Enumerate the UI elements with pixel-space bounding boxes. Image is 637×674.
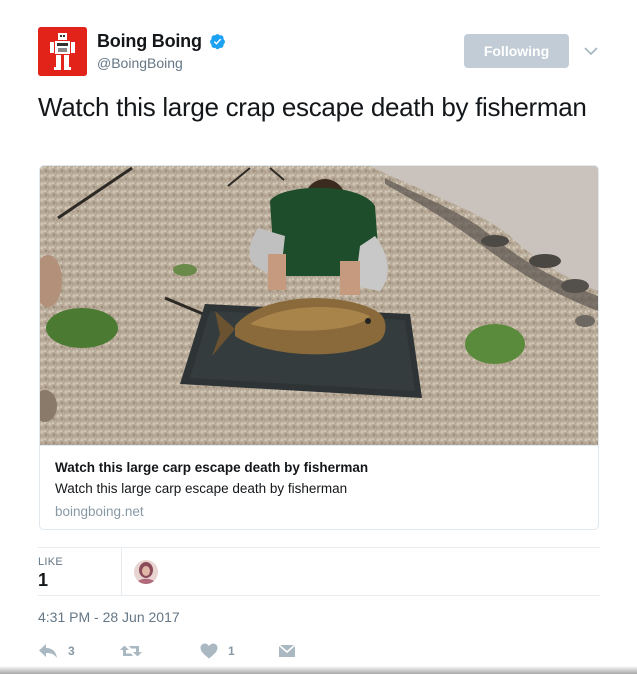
card-description: Watch this large carp escape death by fi… [55,481,348,496]
author-handle[interactable]: @BoingBoing [97,55,226,71]
verified-badge-icon [210,34,226,50]
retweet-action[interactable] [120,640,152,662]
tweet-timestamp[interactable]: 4:31 PM - 28 Jun 2017 [38,609,180,625]
tweet-actions: 3 1 [38,640,600,664]
user-avatar-icon [134,560,158,584]
tweet-stats: LIKE 1 [38,547,600,596]
tweet-header: Boing Boing @BoingBoing Following [38,27,600,77]
video-thumbnail[interactable] [40,166,598,445]
chevron-down-icon[interactable] [583,44,599,58]
tweet-text: Watch this large crap escape death by fi… [38,92,587,122]
stats-divider [121,548,122,595]
robot-icon [38,27,87,76]
like-action[interactable]: 1 [200,640,235,662]
author-display-name[interactable]: Boing Boing [97,31,202,52]
like-count: 1 [228,644,235,658]
heart-icon [200,643,218,659]
retweet-icon [120,646,142,656]
envelope-icon [278,644,296,657]
following-button[interactable]: Following [464,34,569,68]
likes-stat[interactable]: LIKE 1 [38,556,63,591]
likes-value: 1 [38,570,49,590]
likes-label: LIKE [38,556,64,568]
card-title[interactable]: Watch this large carp escape death by fi… [55,460,583,475]
author-names: Boing Boing @BoingBoing [97,31,226,71]
link-card[interactable]: Watch this large carp escape death by fi… [39,165,599,530]
reply-action[interactable]: 3 [38,640,75,662]
direct-message-action[interactable] [278,640,296,662]
card-body[interactable]: Watch this large carp escape death by fi… [40,445,598,529]
reply-icon [39,644,57,658]
reply-count: 3 [68,644,75,658]
window-bottom-edge [0,666,637,674]
card-domain[interactable]: boingboing.net [55,504,583,519]
liker-avatar[interactable] [134,560,158,584]
fisherman-carp-image [40,166,598,445]
author-avatar[interactable] [38,27,87,76]
